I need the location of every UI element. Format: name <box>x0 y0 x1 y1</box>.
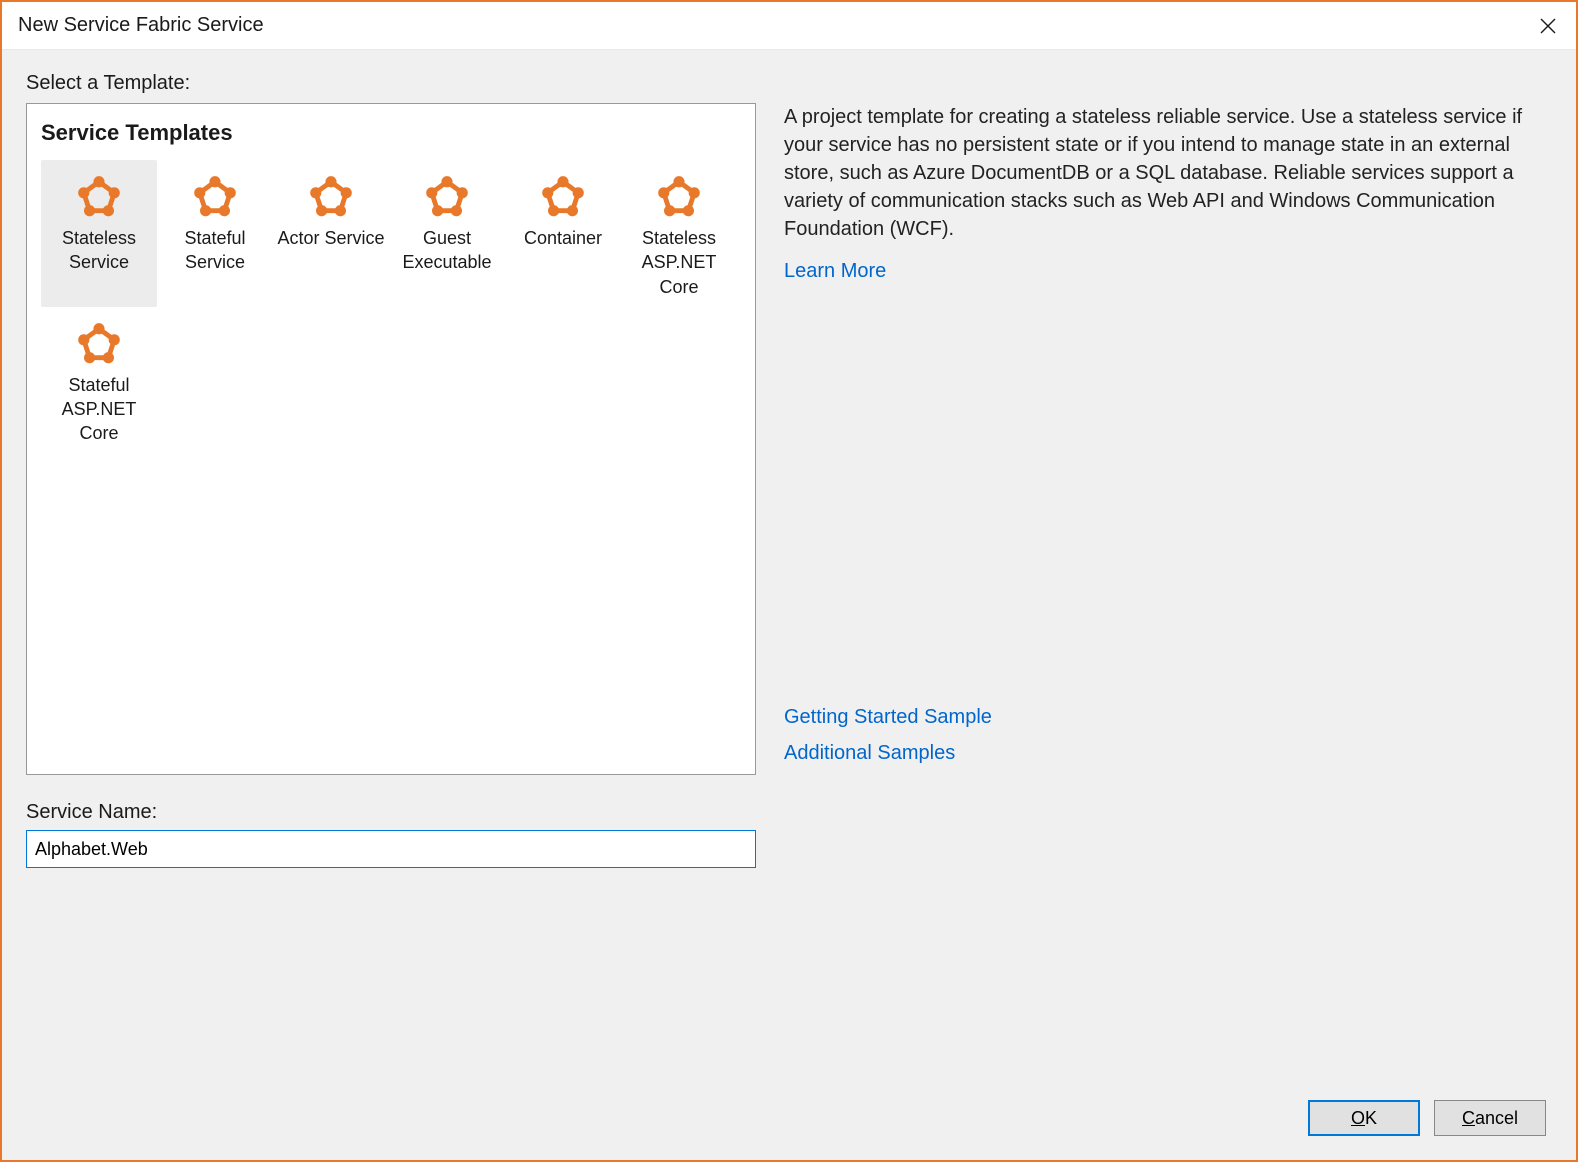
learn-more-link[interactable]: Learn More <box>784 257 1552 285</box>
cancel-button[interactable]: Cancel <box>1434 1100 1546 1136</box>
template-item-stateless-asp-net-core[interactable]: Stateless ASP.NET Core <box>621 160 737 307</box>
select-template-label: Select a Template: <box>26 72 1552 95</box>
template-label: Stateless Service <box>45 226 153 275</box>
fabric-ring-icon <box>72 172 126 220</box>
fabric-ring-icon <box>304 172 358 220</box>
fabric-ring-icon <box>304 172 358 220</box>
template-description: A project template for creating a statel… <box>784 103 1552 243</box>
close-icon <box>1540 18 1556 34</box>
ok-button[interactable]: OK <box>1308 1100 1420 1136</box>
service-name-input[interactable] <box>26 830 756 868</box>
templates-heading: Service Templates <box>41 120 739 146</box>
template-label: Stateful Service <box>161 226 269 275</box>
fabric-ring-icon <box>652 172 706 220</box>
ok-button-suffix: K <box>1365 1108 1377 1128</box>
fabric-ring-icon <box>72 319 126 367</box>
fabric-ring-icon <box>72 319 126 367</box>
template-item-stateful-asp-net-core[interactable]: Stateful ASP.NET Core <box>41 307 157 454</box>
fabric-ring-icon <box>72 172 126 220</box>
main-columns: Service Templates Stateless ServiceState… <box>26 103 1552 775</box>
fabric-ring-icon <box>536 172 590 220</box>
template-label: Actor Service <box>277 226 384 250</box>
description-panel: A project template for creating a statel… <box>784 103 1552 775</box>
close-button[interactable] <box>1520 2 1576 50</box>
template-label: Stateless ASP.NET Core <box>625 226 733 299</box>
cancel-button-suffix: ancel <box>1475 1108 1518 1128</box>
template-label: Container <box>524 226 602 250</box>
dialog-window: New Service Fabric Service Select a Temp… <box>0 0 1578 1162</box>
dialog-buttons: OK Cancel <box>26 1076 1552 1160</box>
fabric-ring-icon <box>188 172 242 220</box>
fabric-ring-icon <box>420 172 474 220</box>
template-item-stateful-service[interactable]: Stateful Service <box>157 160 273 307</box>
dialog-body: Select a Template: Service Templates Sta… <box>2 50 1576 1160</box>
titlebar: New Service Fabric Service <box>2 2 1576 50</box>
template-item-stateless-service[interactable]: Stateless Service <box>41 160 157 307</box>
spacer <box>784 293 1552 703</box>
additional-samples-link[interactable]: Additional Samples <box>784 739 1552 767</box>
template-grid: Stateless ServiceStateful Service Actor S… <box>41 160 739 454</box>
template-label: Guest Executable <box>393 226 501 275</box>
template-label: Stateful ASP.NET Core <box>45 373 153 446</box>
fabric-ring-icon <box>420 172 474 220</box>
template-panel: Service Templates Stateless ServiceState… <box>26 103 756 775</box>
service-name-block: Service Name: <box>26 801 756 868</box>
fabric-ring-icon <box>188 172 242 220</box>
service-name-label: Service Name: <box>26 801 756 824</box>
fabric-ring-icon <box>652 172 706 220</box>
template-item-actor-service[interactable]: Actor Service <box>273 160 389 307</box>
template-item-container[interactable]: Container <box>505 160 621 307</box>
fabric-ring-icon <box>536 172 590 220</box>
getting-started-link[interactable]: Getting Started Sample <box>784 703 1552 731</box>
template-item-guest-executable[interactable]: Guest Executable <box>389 160 505 307</box>
window-title: New Service Fabric Service <box>18 14 1520 37</box>
